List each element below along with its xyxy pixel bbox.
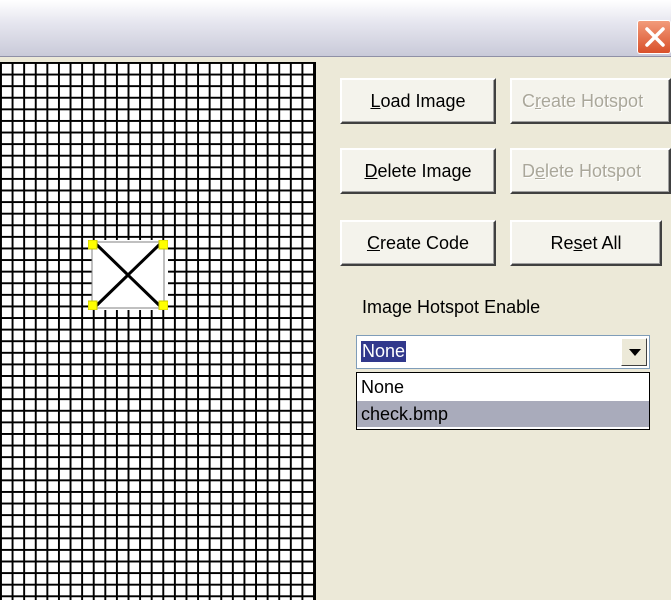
option-none[interactable]: None <box>357 374 649 400</box>
close-button[interactable] <box>637 20 671 54</box>
close-icon <box>645 27 665 47</box>
option-check-bmp[interactable]: check.bmp <box>357 401 649 427</box>
chevron-down-icon <box>629 349 641 356</box>
load-image-button[interactable]: Load Image <box>340 78 496 124</box>
hotspot-enable-label: Image Hotspot Enable <box>362 297 541 317</box>
reset-all-button[interactable]: Re s et All <box>510 220 662 266</box>
resize-handle-ne <box>158 240 168 250</box>
hotspot-enable-options: None check.bmp <box>356 372 650 430</box>
delete-image-button[interactable]: Delete Image <box>340 148 496 194</box>
delete-hotspot-button[interactable]: De lete Hotspot <box>510 148 671 194</box>
image-hotspot[interactable] <box>88 240 168 310</box>
resize-handle-sw <box>88 300 98 310</box>
design-grid-canvas[interactable] <box>0 62 316 600</box>
create-code-button[interactable]: Create Code <box>340 220 496 266</box>
x-image-icon <box>88 240 168 310</box>
select-current-value: None <box>361 341 407 362</box>
resize-handle-se <box>158 300 168 310</box>
title-bar <box>0 0 671 57</box>
create-hotspot-button[interactable]: Cr eate Hotspot <box>510 78 671 124</box>
resize-handle-nw <box>88 240 98 250</box>
hotspot-enable-select[interactable]: None <box>356 335 650 369</box>
dropdown-toggle[interactable] <box>621 338 647 366</box>
